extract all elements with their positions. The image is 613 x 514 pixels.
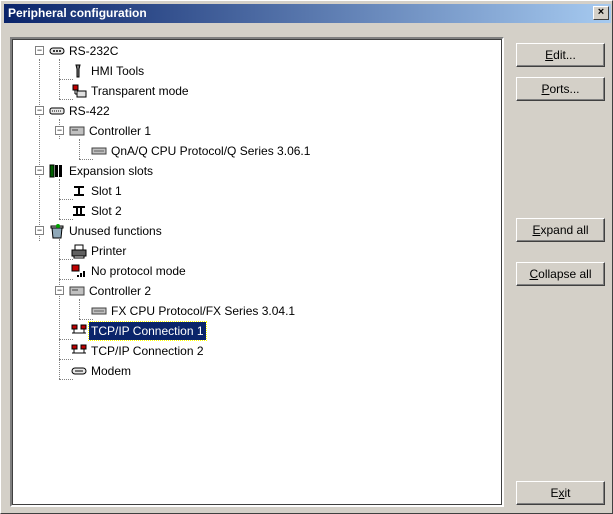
tree-node-tcp-ip-connection-2[interactable]: TCP/IP Connection 2 (12, 342, 502, 360)
protocol-icon (91, 307, 107, 315)
expansion-slots-icon (49, 164, 62, 178)
tree-node-label: Expansion slots (69, 164, 154, 178)
controller-icon (69, 286, 85, 296)
tree-node-label: Unused functions (69, 224, 162, 238)
protocol-icon (91, 147, 107, 155)
tree-node-printer[interactable]: Printer (12, 242, 502, 260)
unused-functions-icon (50, 224, 64, 239)
tree-node-label: Slot 1 (91, 184, 122, 198)
collapse-all-button[interactable]: Collapse all (516, 262, 605, 286)
peripheral-tree-view[interactable]: − RS-232C HMI Tools Transparent mode − R… (10, 37, 504, 507)
controller-icon (69, 126, 85, 136)
printer-icon (71, 244, 87, 259)
tree-node-label: No protocol mode (91, 264, 186, 278)
tree-node-label: Controller 2 (89, 284, 152, 298)
network-icon (71, 324, 87, 334)
slot-icon (73, 206, 85, 216)
network-icon (71, 344, 87, 354)
tree-node-label: TCP/IP Connection 1 (88, 321, 207, 341)
tree-node-modem[interactable]: Modem (12, 362, 502, 380)
tree-node-expansion-slots[interactable]: − Expansion slots (12, 162, 502, 180)
tree-node-tcp-ip-connection-1[interactable]: TCP/IP Connection 1 (12, 321, 502, 341)
tree-node-slot-1[interactable]: Slot 1 (12, 182, 502, 200)
tree-node-label: QnA/Q CPU Protocol/Q Series 3.06.1 (111, 144, 311, 158)
tree-node-hmi-tools[interactable]: HMI Tools (12, 62, 502, 80)
tree-node-label: HMI Tools (91, 64, 145, 78)
exit-button[interactable]: Exit (516, 481, 605, 505)
title-bar: Peripheral configuration × (4, 4, 611, 23)
collapse-toggle[interactable]: − (35, 166, 44, 175)
tree-node-qna-protocol[interactable]: QnA/Q CPU Protocol/Q Series 3.06.1 (12, 142, 502, 160)
ports-button[interactable]: Ports... (516, 77, 605, 101)
collapse-toggle[interactable]: − (35, 226, 44, 235)
collapse-toggle[interactable]: − (35, 106, 44, 115)
tree-node-label: Slot 2 (91, 204, 122, 218)
tree-node-controller-1[interactable]: − Controller 1 (12, 122, 502, 140)
tree-node-label: Modem (91, 364, 132, 378)
tree-node-slot-2[interactable]: Slot 2 (12, 202, 502, 220)
tree-node-label: Printer (91, 244, 127, 258)
tree-node-unused-functions[interactable]: − Unused functions (12, 222, 502, 240)
tree-node-label: Controller 1 (89, 124, 152, 138)
collapse-toggle[interactable]: − (35, 46, 44, 55)
tree-node-rs-422[interactable]: − RS-422 (12, 102, 502, 120)
tree-node-fx-protocol[interactable]: FX CPU Protocol/FX Series 3.04.1 (12, 302, 502, 320)
close-button[interactable]: × (593, 6, 609, 20)
dialog-title: Peripheral configuration (8, 6, 147, 20)
edit-button[interactable]: Edit... (516, 43, 605, 67)
tree-node-label: RS-232C (69, 44, 119, 58)
tree-node-label: TCP/IP Connection 2 (91, 344, 204, 358)
tree-node-controller-2[interactable]: − Controller 2 (12, 282, 502, 300)
no-protocol-icon (71, 264, 85, 277)
transparent-mode-icon (72, 84, 87, 98)
serial-port-icon (49, 47, 65, 55)
tree-node-no-protocol-mode[interactable]: No protocol mode (12, 262, 502, 280)
modem-icon (71, 367, 87, 375)
tree-node-label: FX CPU Protocol/FX Series 3.04.1 (111, 304, 296, 318)
expand-all-button[interactable]: Expand all (516, 218, 605, 242)
collapse-toggle[interactable]: − (55, 126, 64, 135)
tools-icon (75, 64, 81, 78)
tree-node-rs-232c[interactable]: − RS-232C (12, 42, 502, 60)
tree-node-transparent-mode[interactable]: Transparent mode (12, 82, 502, 100)
tree-node-label: RS-422 (69, 104, 110, 118)
tree-content: − RS-232C HMI Tools Transparent mode − R… (12, 39, 502, 505)
serial-port-icon (49, 107, 65, 115)
close-icon: × (597, 6, 605, 18)
collapse-toggle[interactable]: − (55, 286, 64, 295)
peripheral-configuration-dialog: Peripheral configuration × − RS-232C HMI… (0, 0, 613, 514)
slot-icon (74, 186, 84, 196)
tree-node-label: Transparent mode (91, 84, 189, 98)
